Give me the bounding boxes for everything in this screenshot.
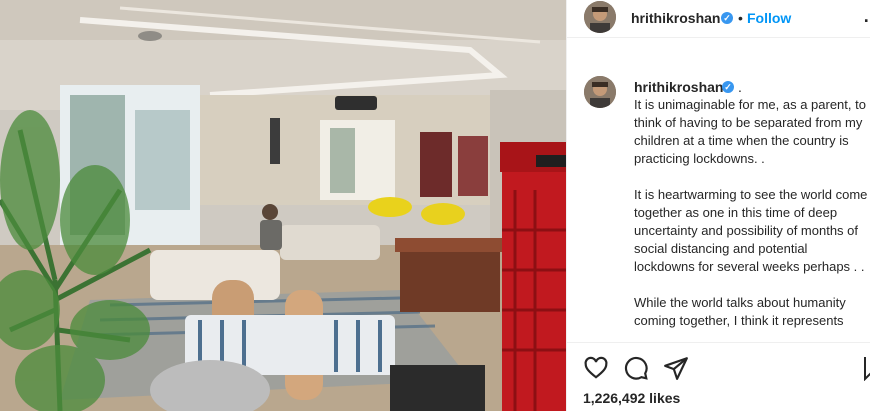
header-separator: •	[738, 10, 743, 26]
caption-avatar[interactable]	[584, 76, 616, 108]
post-photo[interactable]	[0, 0, 566, 411]
caption-paragraph: While the world talks about humanity com…	[634, 295, 846, 328]
caption-after-name: .	[738, 79, 742, 95]
header-username[interactable]: hrithikroshan	[631, 9, 720, 27]
share-icon[interactable]	[663, 355, 689, 381]
likes-count[interactable]: 1,226,492 likes	[583, 389, 680, 407]
action-bar: 1,226,492 likes	[567, 342, 870, 411]
living-room-photo	[0, 0, 566, 411]
follow-button[interactable]: Follow	[747, 9, 791, 27]
caption-text: It is unimaginable for me, as a parent, …	[634, 96, 870, 342]
header-avatar[interactable]	[584, 1, 616, 33]
heart-icon[interactable]	[583, 355, 609, 381]
bookmark-icon[interactable]	[863, 355, 870, 382]
comment-icon[interactable]	[623, 355, 649, 381]
caption-paragraph: It is unimaginable for me, as a parent, …	[634, 97, 866, 166]
more-options-icon[interactable]: …	[863, 6, 870, 26]
verified-badge-icon: ✓	[722, 81, 734, 93]
caption-area: hrithikroshan ✓ . It is unimaginable for…	[567, 70, 870, 342]
post-side-panel: hrithikroshan ✓ • Follow … hrithikroshan…	[566, 0, 870, 411]
caption-username[interactable]: hrithikroshan	[634, 78, 723, 96]
post-header: hrithikroshan ✓ • Follow …	[567, 0, 870, 38]
caption-paragraph: It is heartwarming to see the world come…	[634, 187, 868, 274]
verified-badge-icon: ✓	[721, 12, 733, 24]
